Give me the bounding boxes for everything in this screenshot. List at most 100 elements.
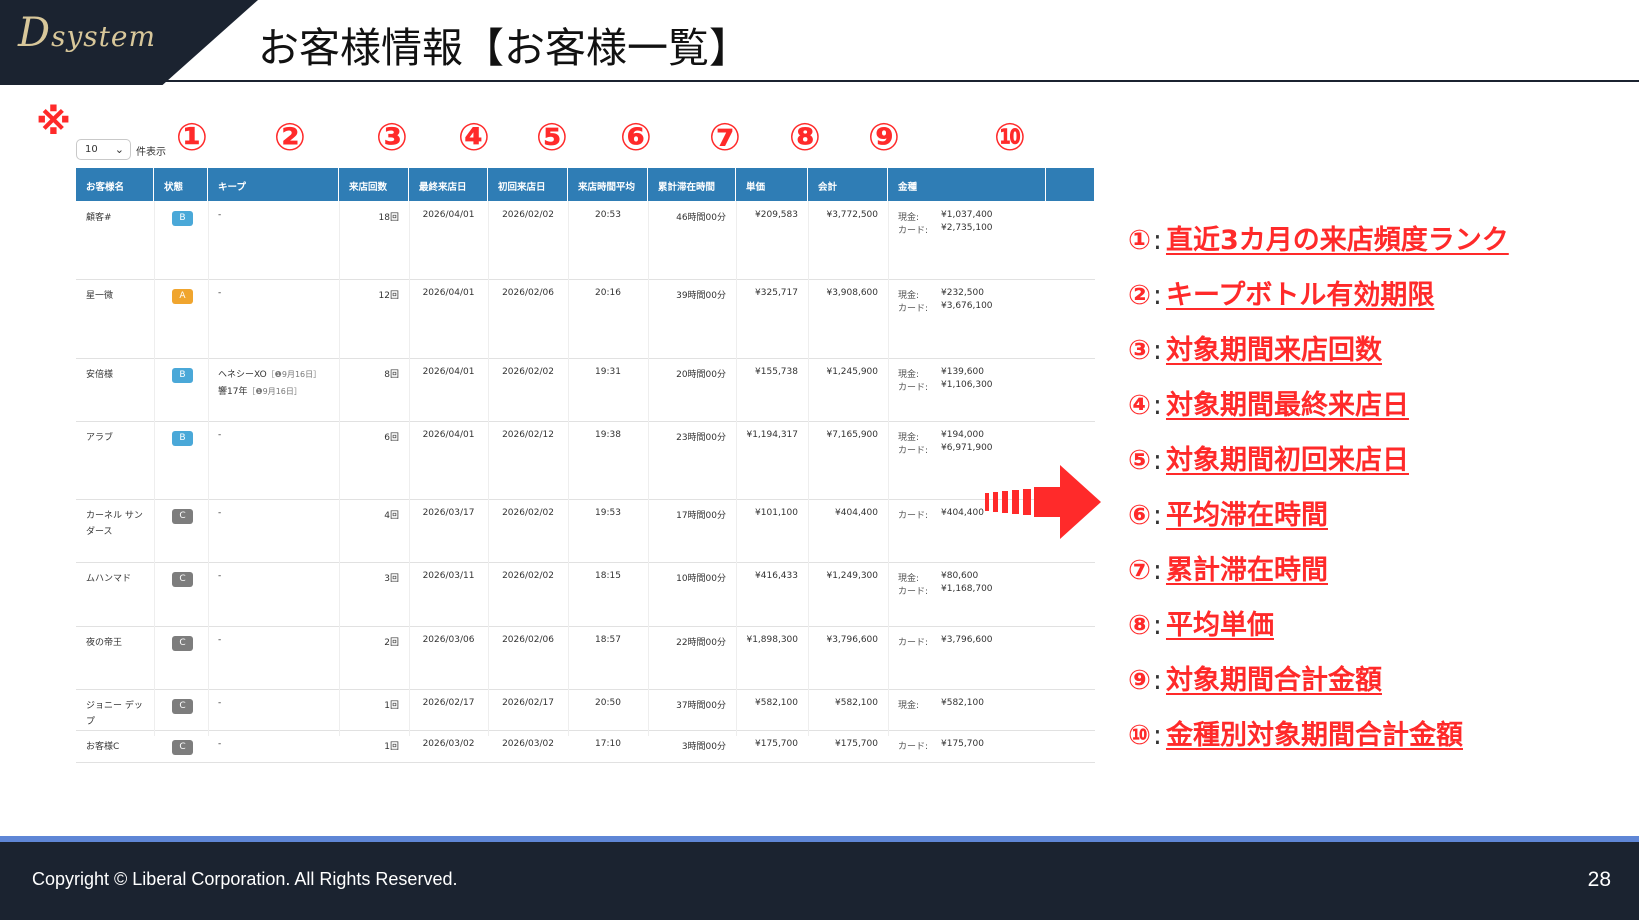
customer-name-line[interactable]: 顧客# [86,210,112,223]
first-visit-date: 2026/02/02 [502,508,554,518]
payment-amount: ¥194,000 [941,430,984,440]
table-row[interactable]: お客様C C - 1回 2026/03/02 2026/03/02 17:10 3時間00分 ¥… [76,730,1095,763]
legend-item: ⑦: 累計滞在時間 [1128,548,1328,587]
last-visit-date: 2026/03/02 [422,739,475,749]
total-stay-time: 22時間00分 [676,638,726,648]
column-header[interactable]: 単価 [736,168,808,201]
total-amount: ¥175,700 [835,739,878,749]
customer-name-line[interactable]: ムハンマド [86,571,131,584]
legend-number: ⑤ [1128,445,1151,476]
keep-bottle: - [218,210,221,227]
keep-bottle-name: - [218,571,222,581]
customer-name[interactable]: お客様C [86,739,119,752]
table-row[interactable]: ムハンマド C - 3回 2026/03/11 2026/02/02 18:15 10時間00… [76,562,1095,627]
average-visit-time: 17:10 [595,739,621,749]
customer-name-line[interactable]: 安倍様 [86,367,113,380]
customer-name[interactable]: 顧客# [86,210,112,223]
average-visit-time: 19:53 [595,508,621,518]
customer-name-line[interactable]: 星一微 [86,288,113,301]
keep-cell: ヘネシーXO［❶9月16日］ 響17年［❶9月16日］ [218,367,321,401]
customer-name-line[interactable]: カーネル サン [86,508,143,521]
legend-item: ⑤: 対象期間初回来店日 [1128,438,1409,477]
payment-amount: ¥2,735,100 [941,223,993,233]
legend-separator: : [1152,335,1162,366]
payment-amount: ¥6,971,900 [941,443,993,453]
status-badge: B [172,431,193,446]
legend-number: ⑩ [1128,720,1151,751]
unit-price: ¥582,100 [755,698,798,708]
page-size-select[interactable]: 10 ⌄ [76,139,131,160]
legend-text: 対象期間合計金額 [1165,665,1382,696]
keep-bottle: - [218,571,221,588]
table-row[interactable]: 星一微 A - 12回 2026/04/01 2026/02/06 20:16 39時間00分… [76,279,1095,359]
column-header[interactable]: 累計滞在時間 [648,168,736,201]
keep-cell: - [218,288,221,305]
column-divider [409,201,410,736]
payment-amount: ¥1,168,700 [941,584,993,594]
customer-name-line[interactable]: アラブ [86,430,113,443]
payment-type: 現金: [898,370,920,380]
keep-bottle: - [218,508,221,525]
column-marker: ⑥ [619,115,653,159]
legend-number: ⑥ [1128,500,1151,531]
status-badge: B [172,211,193,226]
column-header[interactable]: 来店回数 [339,168,409,201]
first-visit-date: 2026/03/02 [502,739,554,749]
visit-count: 1回 [384,701,399,711]
customer-name[interactable]: ムハンマド [86,571,131,584]
logo-main: D [18,10,52,56]
payment-type: カード: [898,304,929,314]
unit-price: ¥1,898,300 [746,635,798,645]
customer-name[interactable]: 夜の帝王 [86,635,122,648]
customer-name-line[interactable]: ダース [86,524,143,537]
last-visit-date: 2026/02/17 [422,698,475,708]
customer-name[interactable]: ジョニー デップ [86,698,143,727]
keep-cell: - [218,210,221,227]
column-header[interactable]: 来店時間平均 [568,168,648,201]
column-header[interactable]: お客様名 [76,168,154,201]
legend-text: 対象期間初回来店日 [1165,445,1409,476]
customer-name[interactable]: カーネル サン ダース [86,508,143,537]
legend-item: ①: 直近3カ月の来店頻度ランク [1128,218,1509,257]
status-cell: A [172,289,193,304]
column-header[interactable]: 最終来店日 [409,168,488,201]
payment-amount: ¥139,600 [941,367,984,377]
legend-separator: : [1152,225,1162,256]
table-row[interactable]: 顧客# B - 18回 2026/04/01 2026/02/02 20:53 46時間00分… [76,201,1095,280]
table-row[interactable]: カーネル サン ダース C - 4回 2026/03/17 2026/02/02 19:53 1… [76,499,1095,563]
average-visit-time: 19:31 [595,367,621,377]
legend-separator: : [1152,720,1162,751]
table-row[interactable]: 安倍様 B ヘネシーXO［❶9月16日］ 響17年［❶9月16日］ 8回 2026/04/… [76,358,1095,422]
table-row[interactable]: アラブ B - 6回 2026/04/01 2026/02/12 19:38 23時間00分 ¥… [76,421,1095,500]
column-header[interactable]: 状態 [154,168,208,201]
total-amount: ¥404,400 [835,508,878,518]
legend-item: ③: 対象期間来店回数 [1128,328,1382,367]
table-row[interactable]: 夜の帝王 C - 2回 2026/03/06 2026/02/06 18:57 22時間00分… [76,626,1095,690]
status-cell: C [172,636,193,651]
average-visit-time: 20:16 [595,288,621,298]
legend-separator: : [1152,665,1162,696]
customer-name-line[interactable]: ジョニー デッ [86,698,143,711]
slide-header: Dsystem お客様情報【お客様一覧】 [0,0,1639,85]
average-visit-time: 20:50 [595,698,621,708]
legend-text: 平均滞在時間 [1165,500,1328,531]
total-amount: ¥3,772,500 [826,210,878,220]
customer-name[interactable]: 星一微 [86,288,113,301]
total-amount: ¥1,249,300 [826,571,878,581]
status-cell: B [172,368,193,383]
total-stay-time: 37時間00分 [676,701,726,711]
table-row[interactable]: ジョニー デップ C - 1回 2026/02/17 2026/02/17 20:50 37時… [76,689,1095,731]
column-header[interactable]: 会計 [808,168,888,201]
column-header[interactable]: 初回来店日 [488,168,568,201]
keep-bottle-name: - [218,508,222,518]
legend-item: ⑩: 金種別対象期間合計金額 [1128,713,1463,752]
column-header[interactable]: キープ [208,168,339,201]
customer-name-line[interactable]: プ [86,714,143,727]
legend-text: 直近3カ月の来店頻度ランク [1165,225,1509,256]
customer-name[interactable]: 安倍様 [86,367,113,380]
total-stay-time: 46時間00分 [676,213,726,223]
customer-name-line[interactable]: お客様C [86,739,119,752]
customer-name[interactable]: アラブ [86,430,113,443]
customer-name-line[interactable]: 夜の帝王 [86,635,122,648]
column-header[interactable]: 金種 [888,168,1046,201]
